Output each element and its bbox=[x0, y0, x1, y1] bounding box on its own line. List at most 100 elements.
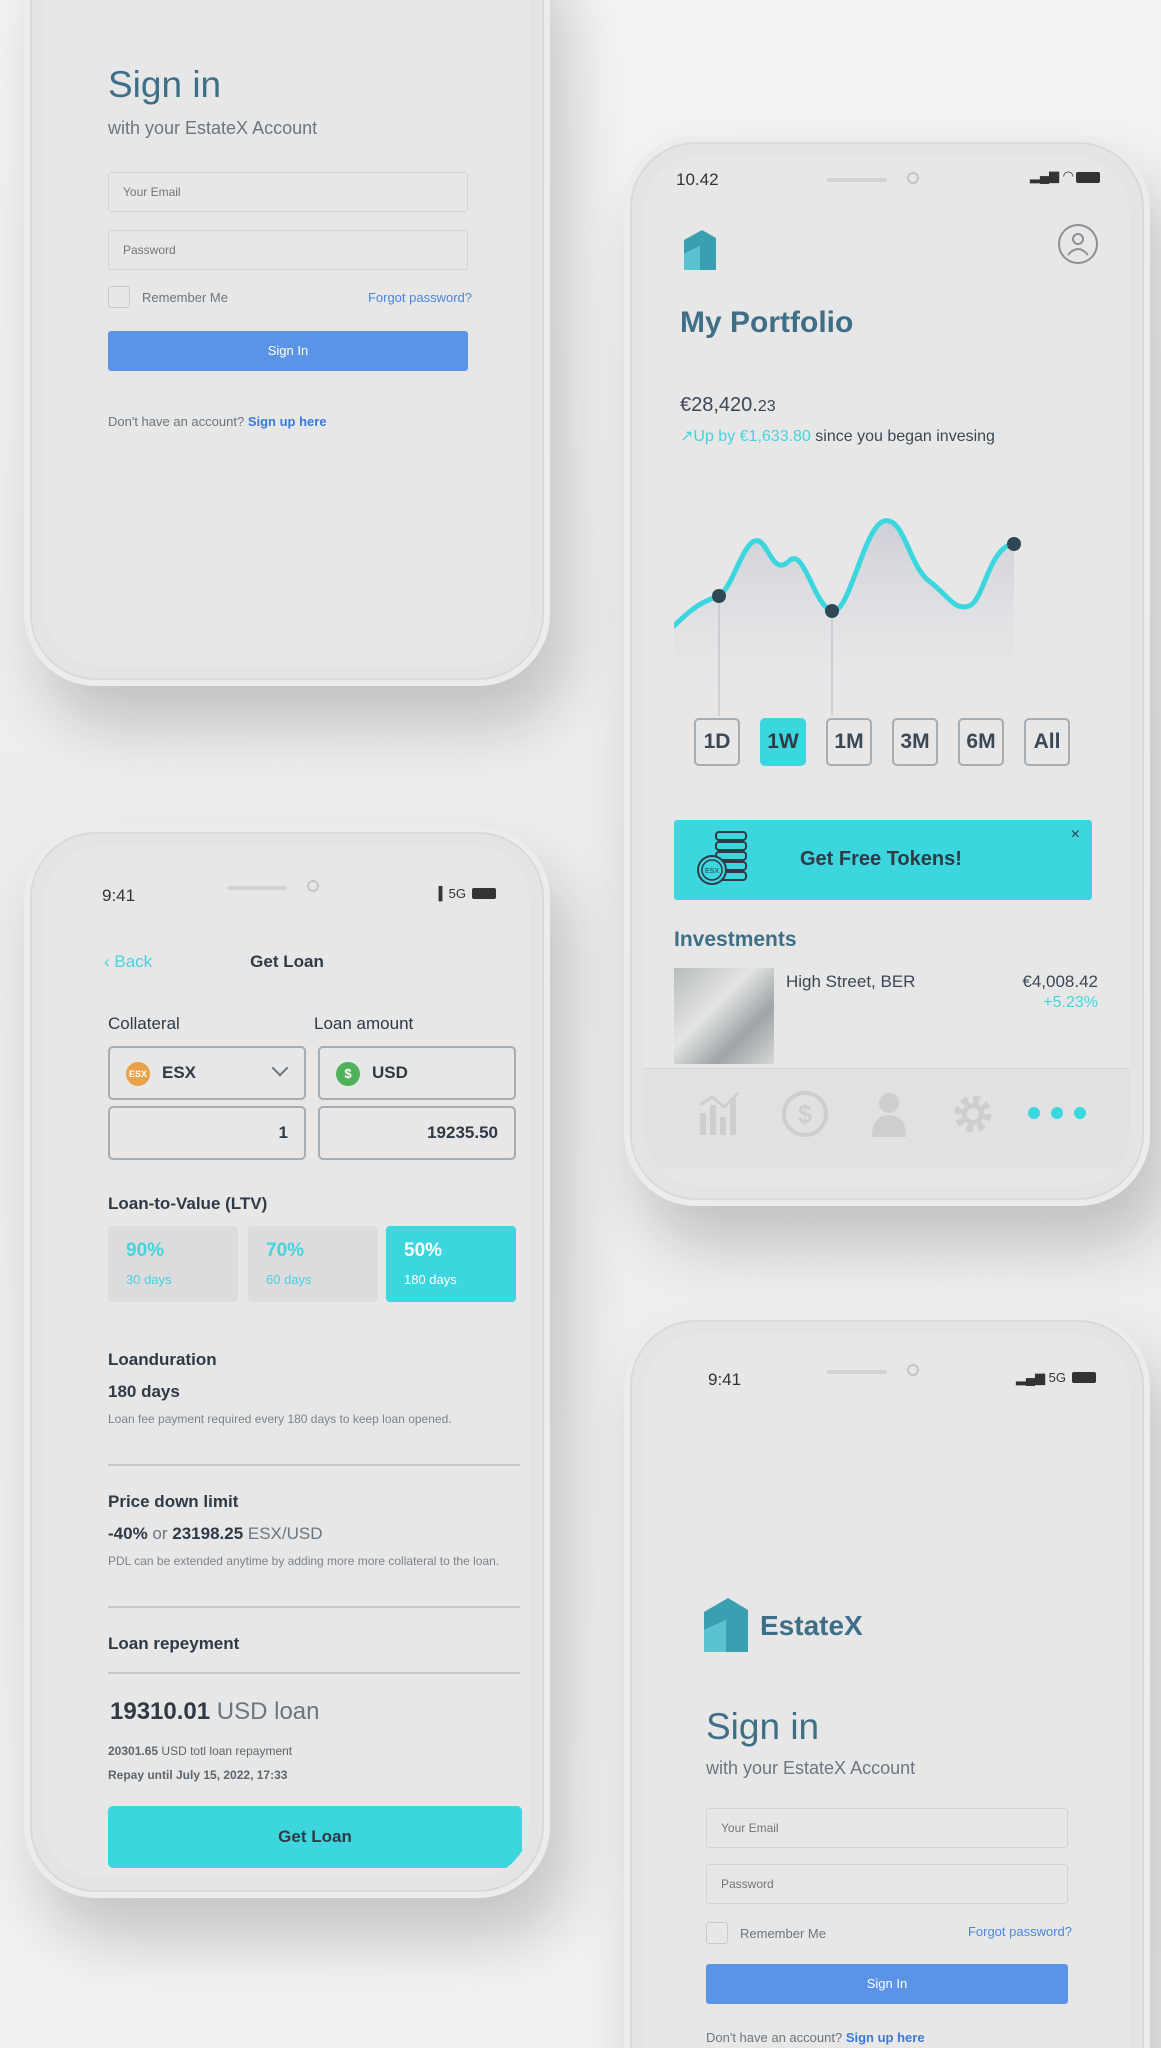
status-bar: 10.42 ▂▄▆ ◠ bbox=[644, 156, 1130, 216]
investment-name[interactable]: High Street, BER bbox=[786, 972, 915, 992]
ltv-option-90[interactable]: 90% 30 days bbox=[108, 1226, 238, 1302]
profile-avatar-icon[interactable] bbox=[1058, 224, 1098, 264]
collateral-currency: ESX bbox=[162, 1063, 197, 1082]
battery-icon bbox=[1072, 1372, 1096, 1383]
phone-get-loan: 9:41 ▍5G ‹ Back Get Loan Collateral Loan… bbox=[24, 826, 550, 1898]
battery-icon bbox=[472, 888, 496, 899]
sign-in-button[interactable]: Sign In bbox=[108, 331, 468, 371]
user-outline-icon bbox=[1067, 233, 1089, 256]
pdl-pair: ESX/USD bbox=[243, 1524, 323, 1543]
range-1w-button[interactable]: 1W bbox=[760, 718, 806, 766]
range-1m-button[interactable]: 1M bbox=[826, 718, 872, 766]
collateral-amount-input[interactable]: 1 bbox=[108, 1106, 306, 1160]
ltv-days: 180 days bbox=[404, 1272, 457, 1287]
ltv-percent: 50% bbox=[404, 1240, 443, 1261]
chart-point[interactable] bbox=[825, 604, 839, 618]
status-bar: 9:41 ▍5G bbox=[44, 846, 530, 906]
remember-me-checkbox[interactable] bbox=[706, 1922, 728, 1944]
price-down-limit-heading: Price down limit bbox=[108, 1492, 239, 1511]
range-1d-button[interactable]: 1D bbox=[694, 718, 740, 766]
total-repayment-text: USD totl loan repayment bbox=[158, 1744, 293, 1758]
more-icon[interactable] bbox=[1026, 1105, 1088, 1121]
ltv-percent: 90% bbox=[126, 1240, 165, 1261]
password-field[interactable] bbox=[706, 1864, 1068, 1904]
estatex-logo-icon bbox=[684, 230, 716, 270]
signup-prompt: Don't have an account? Sign up here bbox=[706, 2030, 925, 2045]
phone-portfolio: 10.42 ▂▄▆ ◠ My Portfolio €28,420.23 ↗Up … bbox=[624, 136, 1150, 1206]
status-time: 10.42 bbox=[676, 170, 719, 189]
gear-icon[interactable] bbox=[948, 1089, 998, 1139]
coin-label: ESX bbox=[705, 868, 719, 875]
email-field[interactable] bbox=[108, 172, 468, 212]
signal-label: 5G bbox=[448, 886, 466, 901]
collateral-currency-select[interactable]: ESX ESX bbox=[108, 1046, 306, 1100]
sign-in-button[interactable]: Sign In bbox=[706, 1964, 1068, 2004]
ltv-option-50[interactable]: 50% 180 days bbox=[386, 1226, 516, 1302]
page-title: Sign in bbox=[706, 1706, 820, 1747]
sign-up-link[interactable]: Sign up here bbox=[846, 2030, 925, 2045]
chart-point[interactable] bbox=[1007, 537, 1021, 551]
gain-amount: ↗Up by €1,633.80 bbox=[680, 428, 811, 445]
loan-amount-label: Loan amount bbox=[314, 1014, 414, 1033]
forgot-password-link[interactable]: Forgot password? bbox=[368, 290, 472, 305]
dollar-icon[interactable]: $ bbox=[780, 1089, 830, 1139]
portfolio-chart bbox=[674, 518, 1021, 716]
portfolio-value-cents: 23 bbox=[757, 398, 776, 415]
free-tokens-banner[interactable]: ESX Get Free Tokens! × bbox=[674, 820, 1092, 900]
signal-icon: ▍5G bbox=[438, 886, 466, 901]
investment-value: €4,008.42 bbox=[1022, 972, 1098, 991]
divider bbox=[108, 1464, 520, 1466]
collateral-amount: 1 bbox=[278, 1123, 288, 1142]
screen-portfolio: 10.42 ▂▄▆ ◠ My Portfolio €28,420.23 ↗Up … bbox=[644, 156, 1130, 1186]
speaker-notch bbox=[827, 1370, 887, 1374]
phone-signin-top: Sign in with your EstateX Account Rememb… bbox=[24, 0, 550, 686]
chevron-down-icon bbox=[271, 1059, 289, 1077]
no-account-text: Don't have an account? bbox=[108, 414, 245, 429]
sign-up-link[interactable]: Sign up here bbox=[248, 414, 327, 429]
range-3m-button[interactable]: 3M bbox=[892, 718, 938, 766]
battery-icon bbox=[1076, 172, 1100, 183]
close-icon[interactable]: × bbox=[1071, 826, 1080, 844]
range-all-button[interactable]: All bbox=[1024, 718, 1070, 766]
chart-icon[interactable] bbox=[696, 1091, 746, 1137]
investment-thumbnail[interactable] bbox=[674, 968, 774, 1064]
loan-total-amount: 19310.01 bbox=[110, 1698, 211, 1725]
remember-me-checkbox[interactable] bbox=[108, 286, 130, 308]
remember-me-label: Remember Me bbox=[142, 290, 228, 305]
forgot-password-link[interactable]: Forgot password? bbox=[968, 1924, 1072, 1939]
status-time: 9:41 bbox=[708, 1370, 742, 1389]
phone-signin-bottom: 9:41 ▂▄▆ 5G EstateX Sign in with your Es… bbox=[624, 1314, 1150, 2048]
email-field[interactable] bbox=[706, 1808, 1068, 1848]
ltv-heading: Loan-to-Value (LTV) bbox=[108, 1194, 268, 1213]
get-loan-button[interactable]: Get Loan bbox=[108, 1806, 522, 1868]
price-down-limit-note: PDL can be extended anytime by adding mo… bbox=[108, 1554, 500, 1568]
loan-amount-input[interactable]: 19235.50 bbox=[318, 1106, 516, 1160]
user-icon[interactable] bbox=[864, 1089, 914, 1139]
loan-duration-heading: Loanduration bbox=[108, 1350, 217, 1369]
page-title: My Portfolio bbox=[680, 306, 854, 339]
loan-currency-select[interactable]: $ USD bbox=[318, 1046, 516, 1100]
screen-signin-top: Sign in with your EstateX Account Rememb… bbox=[44, 0, 530, 666]
camera-icon bbox=[907, 1364, 919, 1376]
signup-prompt: Don't have an account? Sign up here bbox=[108, 414, 327, 429]
ltv-option-70[interactable]: 70% 60 days bbox=[248, 1226, 378, 1302]
total-repayment-amount: 20301.65 bbox=[108, 1744, 159, 1758]
chart-point[interactable] bbox=[712, 589, 726, 603]
range-6m-button[interactable]: 6M bbox=[958, 718, 1004, 766]
page-title: Get Loan bbox=[250, 952, 324, 971]
portfolio-value-main: €28,420. bbox=[680, 394, 758, 416]
estatex-logo-icon bbox=[704, 1598, 748, 1652]
portfolio-gain: ↗Up by €1,633.80 since you began invesin… bbox=[680, 426, 995, 446]
camera-icon bbox=[907, 172, 919, 184]
page-title: Sign in bbox=[108, 64, 222, 105]
page-subtitle: with your EstateX Account bbox=[108, 118, 318, 138]
repay-until: Repay until July 15, 2022, 17:33 bbox=[108, 1768, 288, 1782]
portfolio-value: €28,420.23 bbox=[680, 394, 776, 417]
screen-signin-bottom: 9:41 ▂▄▆ 5G EstateX Sign in with your Es… bbox=[644, 1334, 1130, 2048]
status-time: 9:41 bbox=[102, 886, 136, 905]
ltv-days: 60 days bbox=[266, 1272, 312, 1287]
brand-name: EstateX bbox=[760, 1610, 863, 1641]
loan-currency: USD bbox=[372, 1063, 408, 1082]
password-field[interactable] bbox=[108, 230, 468, 270]
pdl-or: or bbox=[147, 1524, 173, 1543]
